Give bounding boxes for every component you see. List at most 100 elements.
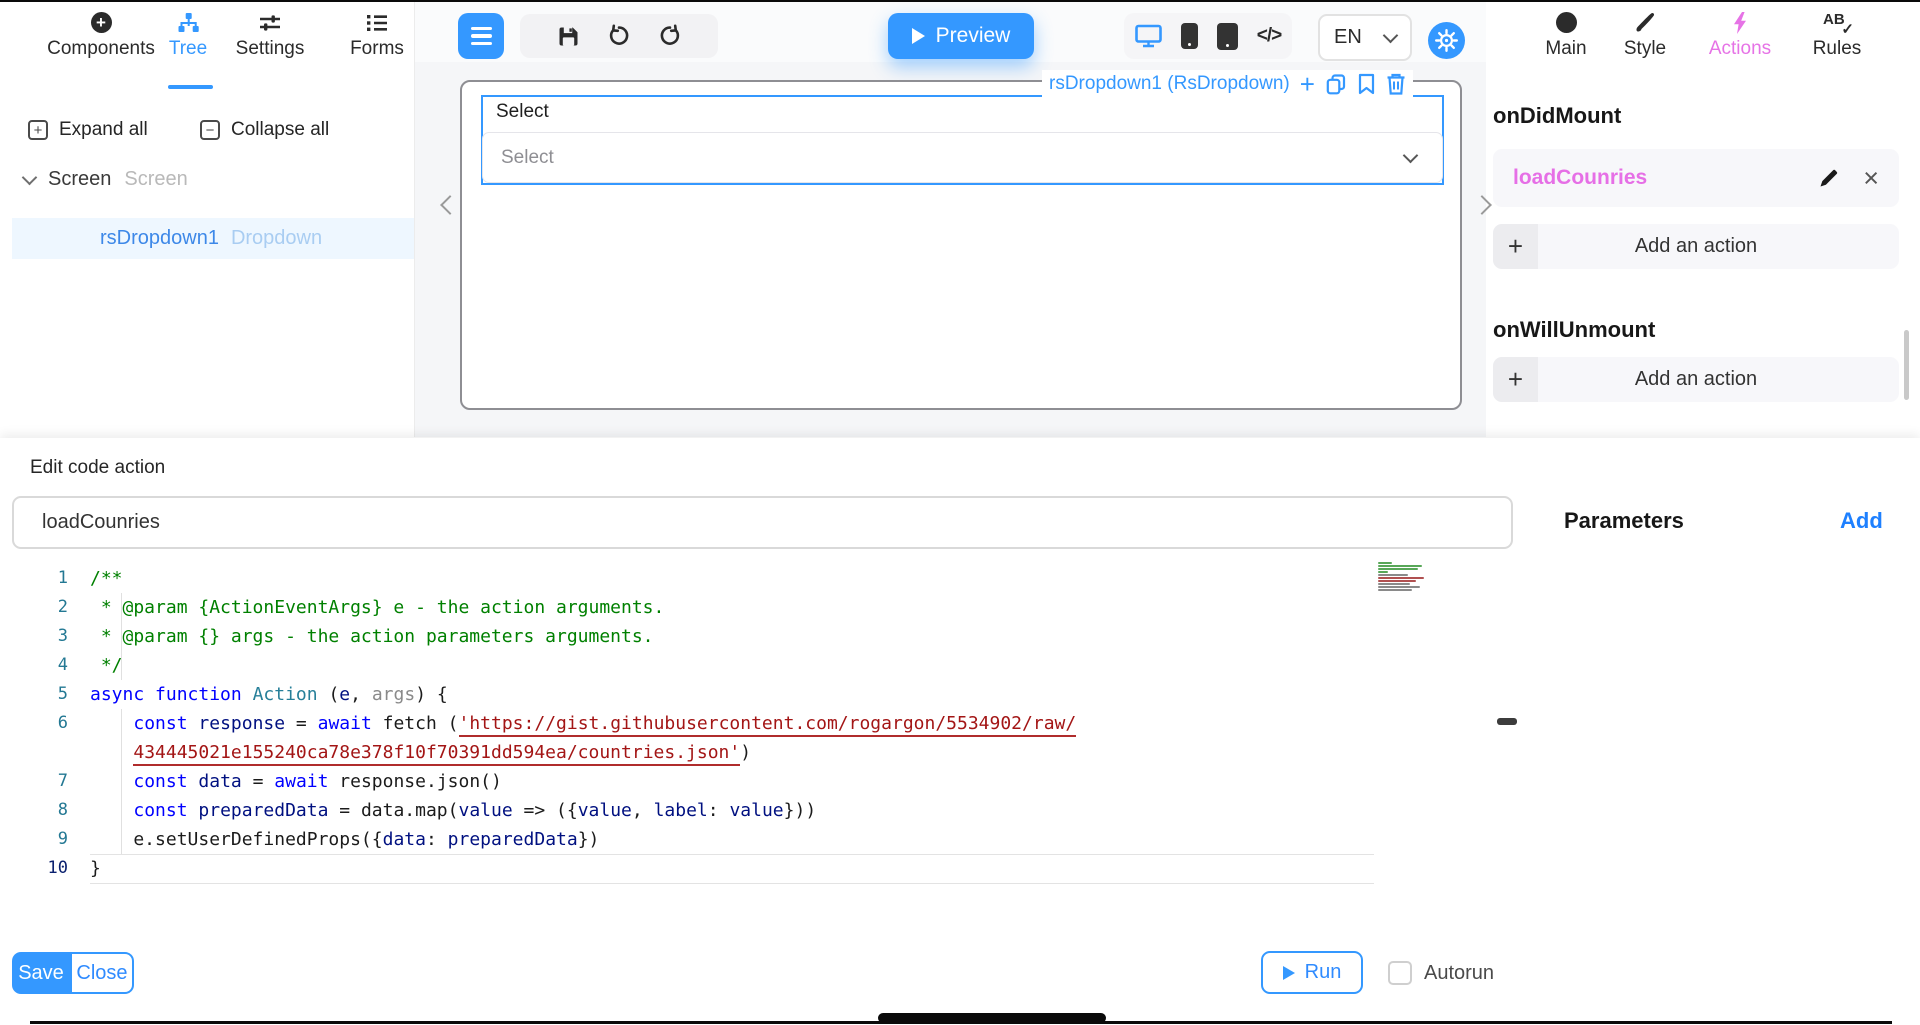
- collapse-all-icon: −: [200, 120, 220, 140]
- tab-rules[interactable]: AB ✓ Rules: [1804, 10, 1870, 60]
- edit-action-icon[interactable]: [1818, 168, 1839, 189]
- collapse-all-label: Collapse all: [231, 119, 329, 141]
- brush-icon: [1634, 10, 1657, 35]
- delete-component-icon[interactable]: [1386, 73, 1406, 95]
- expand-all-button[interactable]: + Expand all: [28, 119, 148, 141]
- dropdown-select[interactable]: Select: [482, 132, 1443, 183]
- drawer-title: Edit code action: [30, 457, 165, 479]
- tab-actions[interactable]: Actions: [1702, 10, 1778, 60]
- dropdown-field-label: Select: [496, 101, 549, 123]
- tree-icon: [177, 10, 200, 35]
- dropdown-caret-icon: [1403, 147, 1419, 163]
- copy-component-icon[interactable]: [1325, 73, 1347, 95]
- chevron-down-icon: [1383, 27, 1399, 43]
- tab-settings[interactable]: Settings: [236, 10, 304, 60]
- action-name-input[interactable]: [12, 496, 1513, 549]
- language-value: EN: [1334, 26, 1362, 49]
- tab-style[interactable]: Style: [1614, 10, 1676, 60]
- add-action-label: Add an action: [1493, 224, 1899, 269]
- tab-rules-label: Rules: [1813, 38, 1862, 60]
- bookmark-component-icon[interactable]: [1357, 73, 1376, 95]
- add-parameter-button[interactable]: Add: [1840, 508, 1883, 534]
- main-circle-icon: [1556, 10, 1577, 35]
- close-label: Close: [76, 962, 127, 985]
- code-rows: 1/**2 * @param {ActionEventArgs} e - the…: [37, 558, 1514, 883]
- indent-guide: [121, 709, 122, 854]
- tab-main[interactable]: Main: [1537, 10, 1595, 60]
- component-ref-label: rsDropdown1 (RsDropdown): [1049, 73, 1290, 95]
- tree-node-name: rsDropdown1: [100, 227, 219, 250]
- theme-settings-button[interactable]: [1428, 22, 1465, 59]
- mobile-icon[interactable]: [1181, 23, 1198, 49]
- tablet-icon[interactable]: [1217, 23, 1238, 50]
- save-icon[interactable]: [557, 25, 580, 48]
- tab-actions-label: Actions: [1709, 38, 1771, 60]
- save-button[interactable]: Save: [12, 952, 70, 994]
- indent-guide: [121, 593, 122, 680]
- autorun-checkbox[interactable]: [1388, 961, 1412, 985]
- preview-button[interactable]: Preview: [888, 13, 1034, 59]
- add-action-button-onwillunmount[interactable]: + Add an action: [1493, 357, 1899, 402]
- cursor-line-border: [90, 854, 1374, 855]
- tree-root-name: Screen: [48, 168, 111, 191]
- forms-list-icon: [366, 10, 388, 35]
- collapse-all-button[interactable]: − Collapse all: [200, 119, 329, 141]
- lightning-bolt-icon: [1732, 10, 1748, 35]
- expand-all-icon: +: [28, 120, 48, 140]
- actions-panel-scrollbar[interactable]: [1904, 330, 1909, 400]
- onwillunmount-heading: onWillUnmount: [1493, 317, 1655, 343]
- app-builder-window: + Components Tree Settings Forms: [0, 0, 1920, 1025]
- scroll-marker[interactable]: [1497, 718, 1517, 725]
- code-editor[interactable]: 1/**2 * @param {ActionEventArgs} e - the…: [37, 558, 1514, 935]
- settings-sliders-icon: [258, 10, 282, 35]
- gear-icon: [1434, 28, 1459, 53]
- tab-tree-active-underline: [168, 85, 213, 89]
- tree-node-rsdropdown1[interactable]: rsDropdown1 Dropdown: [12, 218, 414, 259]
- desktop-icon[interactable]: [1135, 24, 1162, 48]
- tab-settings-label: Settings: [236, 38, 305, 60]
- tree-collapse-chevron-icon: [22, 170, 38, 186]
- run-play-icon: [1283, 966, 1295, 980]
- tab-forms-label: Forms: [350, 38, 404, 60]
- tree-node-type: Dropdown: [231, 227, 322, 250]
- expand-all-label: Expand all: [59, 119, 148, 141]
- cursor-line-border: [90, 883, 1374, 884]
- close-button[interactable]: Close: [70, 952, 134, 994]
- play-icon: [912, 28, 925, 44]
- tab-main-label: Main: [1545, 38, 1586, 60]
- remove-action-icon[interactable]: ×: [1863, 168, 1879, 188]
- tab-tree[interactable]: Tree: [158, 10, 218, 60]
- add-action-label: Add an action: [1493, 357, 1899, 402]
- action-row-loadcounries[interactable]: loadCounries ×: [1493, 149, 1899, 207]
- components-icon: +: [91, 10, 112, 35]
- minimap[interactable]: [1378, 562, 1428, 592]
- add-component-icon[interactable]: +: [1300, 74, 1315, 94]
- tree-root-screen[interactable]: Screen Screen: [24, 168, 188, 191]
- tree-root-type: Screen: [124, 168, 187, 191]
- language-select[interactable]: EN: [1318, 14, 1412, 61]
- menu-button[interactable]: [458, 13, 504, 59]
- preview-label: Preview: [936, 24, 1011, 48]
- tab-tree-label: Tree: [169, 38, 207, 60]
- code-view-icon[interactable]: </>: [1257, 25, 1281, 47]
- device-switcher: </>: [1124, 13, 1292, 59]
- undo-icon[interactable]: [607, 24, 631, 48]
- parameters-heading: Parameters: [1564, 508, 1684, 534]
- tab-components[interactable]: + Components: [28, 10, 174, 60]
- add-action-button-ondidmount[interactable]: + Add an action: [1493, 224, 1899, 269]
- save-label: Save: [18, 962, 64, 985]
- tab-forms[interactable]: Forms: [346, 10, 408, 60]
- ondidmount-heading: onDidMount: [1493, 103, 1621, 129]
- bottom-handle-bar: [878, 1013, 1106, 1023]
- tab-style-label: Style: [1624, 38, 1666, 60]
- dropdown-placeholder: Select: [501, 147, 554, 169]
- tab-components-label: Components: [47, 38, 155, 60]
- rules-ab-check-icon: AB ✓: [1820, 10, 1854, 35]
- run-label: Run: [1305, 961, 1342, 984]
- hamburger-icon: [471, 27, 492, 31]
- action-name: loadCounries: [1513, 166, 1818, 190]
- component-selection-toolbar: rsDropdown1 (RsDropdown) +: [1042, 70, 1413, 98]
- run-button[interactable]: Run: [1261, 951, 1363, 994]
- autorun-label: Autorun: [1424, 962, 1494, 985]
- redo-icon[interactable]: [658, 24, 682, 48]
